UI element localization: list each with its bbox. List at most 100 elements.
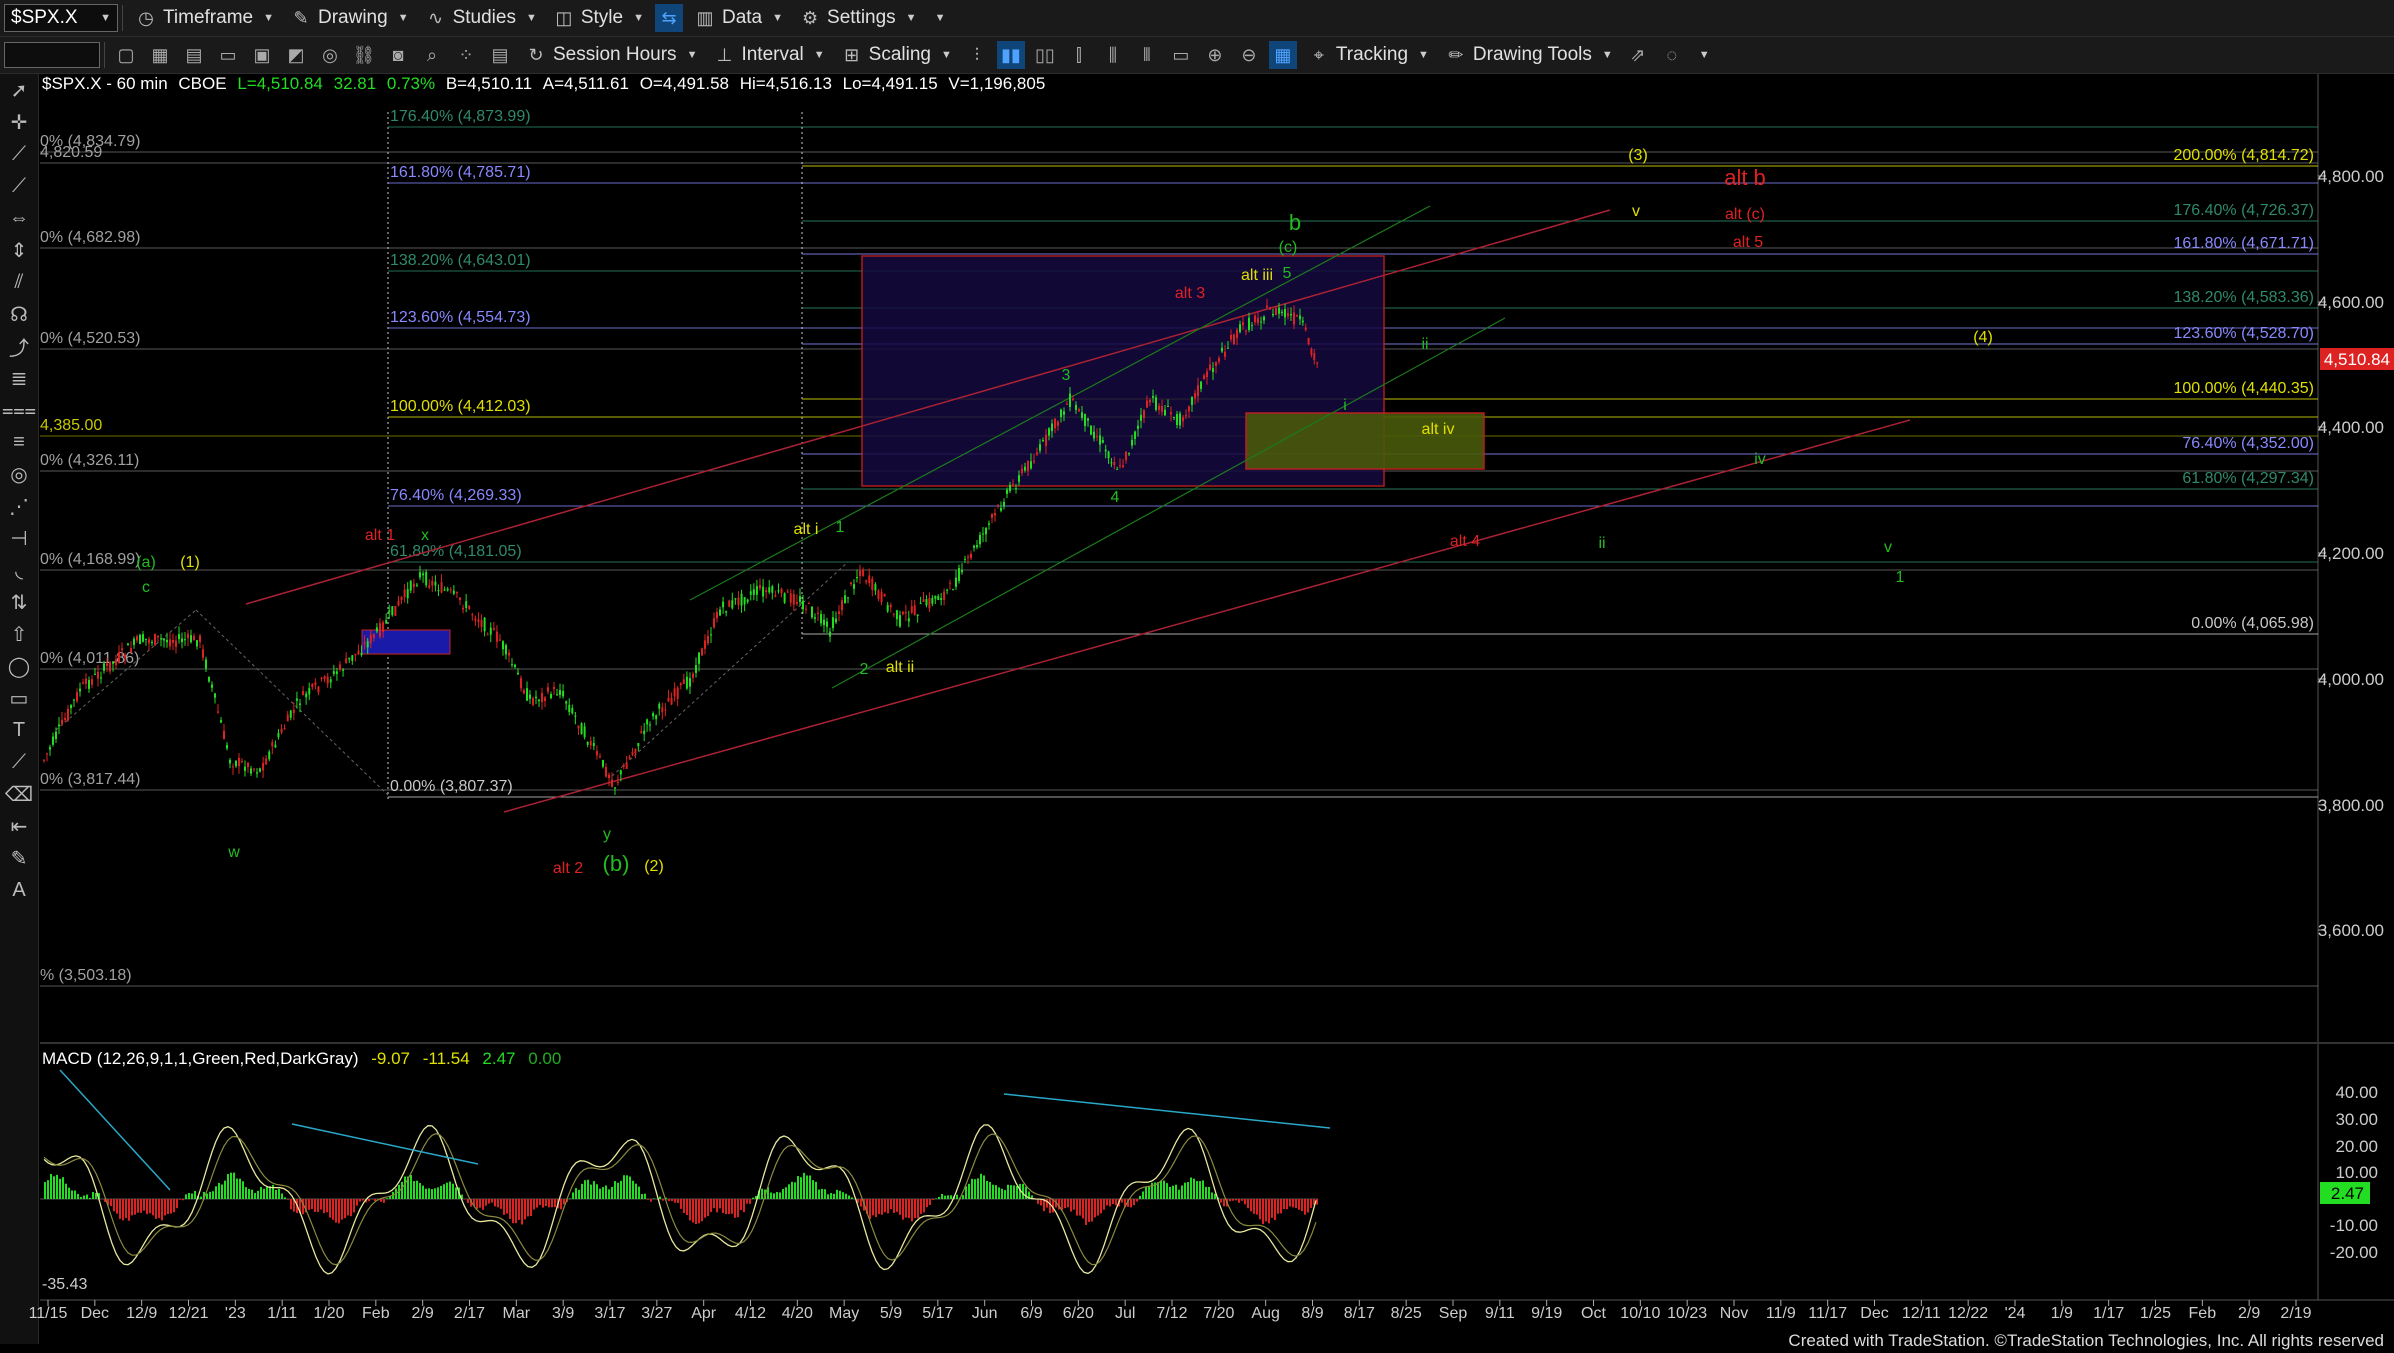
macd-histogram-bar: [194, 1190, 196, 1199]
macd-histogram-bar: [743, 1199, 745, 1213]
candle-body: [574, 715, 577, 717]
candle-body: [1203, 375, 1205, 380]
candle-body: [838, 611, 840, 614]
candle-body: [731, 600, 734, 609]
wave-label: w: [227, 844, 240, 861]
candle-body: [172, 639, 174, 643]
candle-body: [734, 598, 737, 600]
macd-histogram-bar: [350, 1199, 352, 1217]
candle-body: [394, 605, 397, 616]
macd-histogram-bar: [824, 1189, 826, 1199]
candle-body: [1116, 468, 1119, 470]
fib-level-label: 100.00% (4,412.03): [390, 398, 531, 415]
macd-histogram-bar: [956, 1194, 958, 1199]
candle-body: [351, 655, 354, 661]
candle-body: [937, 596, 940, 601]
macd-histogram-bar: [737, 1199, 739, 1218]
candle-body: [1167, 406, 1169, 408]
candle-body: [283, 728, 286, 730]
candle-body: [166, 639, 168, 643]
candle-body: [459, 597, 461, 601]
macd-histogram-bar: [1163, 1180, 1165, 1199]
macd-histogram-bar: [833, 1193, 835, 1199]
macd-histogram-bar: [1115, 1199, 1117, 1206]
candle-body: [412, 583, 415, 588]
macd-histogram-bar: [122, 1199, 124, 1221]
macd-histogram-bar: [1037, 1199, 1039, 1204]
candle-body: [562, 690, 565, 697]
macd-histogram-bar: [320, 1199, 322, 1210]
macd-histogram-bar: [1094, 1199, 1096, 1218]
wave-label: v: [1884, 539, 1892, 556]
macd-histogram-bar: [1172, 1185, 1174, 1199]
candle-body: [865, 580, 868, 583]
macd-histogram-bar: [434, 1188, 436, 1199]
candle-body: [1090, 425, 1092, 435]
macd-histogram-bar: [710, 1199, 712, 1213]
wave-label: (c): [1279, 239, 1298, 256]
macd-histogram-bar: [179, 1199, 181, 1200]
macd-histogram-bar: [680, 1199, 682, 1209]
candle-body: [465, 601, 468, 609]
macd-histogram-bar: [137, 1199, 139, 1213]
macd-histogram-bar: [1130, 1199, 1132, 1208]
candle-body: [223, 730, 225, 740]
candle-body: [1036, 452, 1038, 455]
macd-name: MACD (12,26,9,1,1,Green,Red,DarkGray): [42, 1049, 359, 1068]
macd-histogram-bar: [1004, 1190, 1006, 1199]
macd-histogram-bar: [404, 1176, 406, 1199]
candle-body: [511, 664, 513, 666]
macd-histogram-bar: [1073, 1199, 1075, 1210]
candle-body: [354, 653, 357, 656]
macd-histogram-bar: [476, 1199, 478, 1209]
candle-body: [483, 617, 486, 632]
price-chart[interactable]: 4,800.00 4,600.00 4,400.00 4,200.00 4,000.00…: [0, 0, 2394, 1353]
macd-histogram-bar: [431, 1189, 433, 1199]
macd-avg: -11.54: [422, 1049, 470, 1068]
macd-histogram-bar: [614, 1181, 616, 1199]
macd-histogram-bar: [794, 1182, 796, 1199]
candle-body: [580, 723, 583, 735]
candle-body: [440, 582, 443, 593]
date-tick-label: 12/11: [1902, 1305, 1941, 1322]
candle-body: [1134, 431, 1136, 439]
candle-body: [1012, 483, 1014, 485]
candle-body: [577, 725, 580, 729]
macd-histogram-bar: [152, 1199, 154, 1216]
wave-label: c: [142, 579, 150, 596]
macd-histogram-bar: [803, 1172, 805, 1199]
candle-body: [311, 683, 314, 688]
candle-body: [142, 634, 144, 642]
candle-body: [1045, 434, 1047, 446]
date-tick-label: 1/20: [313, 1305, 344, 1322]
candle-body: [335, 671, 338, 674]
macd-histogram-bar: [746, 1199, 748, 1204]
macd-histogram-bar: [563, 1199, 565, 1205]
candle-body: [1218, 358, 1220, 362]
macd-histogram-bar: [800, 1177, 802, 1199]
candle-body: [707, 635, 709, 644]
candle-body: [997, 504, 999, 506]
candle-body: [985, 528, 987, 535]
header-last: L=4,510.84: [237, 74, 323, 93]
candle-body: [673, 688, 676, 697]
macd-tick-label: 30.00: [2335, 1110, 2378, 1129]
macd-histogram-bar: [998, 1187, 1000, 1199]
macd-histogram-bar: [1145, 1186, 1147, 1199]
candle-body: [199, 635, 201, 643]
candle-body: [649, 724, 651, 726]
macd-histogram-bar: [1256, 1199, 1258, 1215]
candle-body: [205, 659, 207, 669]
date-tick-label: 5/9: [880, 1305, 902, 1322]
macd-histogram-bar: [515, 1199, 517, 1224]
macd-histogram-bar: [815, 1181, 817, 1199]
macd-histogram-bar: [59, 1178, 61, 1199]
candle-body: [1263, 316, 1265, 321]
candle-body: [844, 595, 846, 604]
macd-histogram-bar: [1013, 1185, 1015, 1199]
macd-histogram-bar: [644, 1193, 646, 1199]
candle-body: [759, 584, 761, 589]
date-tick-label: 10/10: [1620, 1305, 1660, 1322]
macd-histogram-bar: [632, 1180, 634, 1199]
candle-body: [489, 627, 492, 635]
